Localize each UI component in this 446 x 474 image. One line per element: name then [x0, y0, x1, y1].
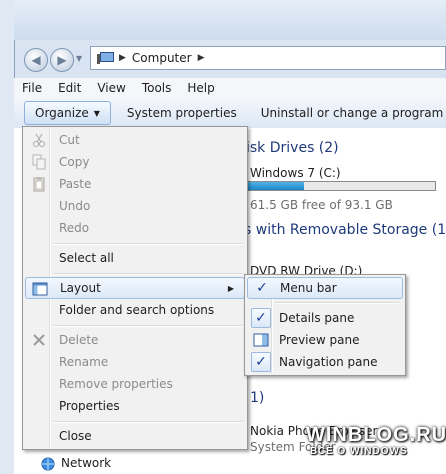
drive-c-space: 61.5 GB free of 93.1 GB: [250, 198, 393, 212]
submenu-item-details-pane[interactable]: ✓ Details pane: [247, 307, 403, 329]
checkmark-icon: ✓: [255, 354, 267, 370]
chevron-right-icon[interactable]: ▶: [119, 53, 126, 63]
menu-separator: [53, 243, 243, 244]
menu-item-undo[interactable]: Undo: [25, 195, 245, 217]
computer-icon: [97, 52, 114, 64]
menu-item-rename-label: Rename: [59, 355, 109, 369]
uninstall-program-button[interactable]: Uninstall or change a program: [251, 106, 446, 120]
copy-icon: [31, 154, 47, 170]
menu-help[interactable]: Help: [179, 81, 222, 95]
scissors-icon: [31, 132, 47, 148]
menu-separator: [53, 273, 243, 274]
menu-item-rename[interactable]: Rename: [25, 351, 245, 373]
menu-item-close[interactable]: Close: [25, 425, 245, 447]
menu-item-paste[interactable]: Paste: [25, 173, 245, 195]
submenu-item-preview-pane-label: Preview pane: [279, 333, 360, 347]
menu-separator: [53, 421, 243, 422]
menu-item-layout-label: Layout: [60, 281, 101, 295]
menu-item-select-all-label: Select all: [59, 251, 114, 265]
submenu-item-menu-bar[interactable]: ✓ Menu bar: [247, 277, 403, 299]
organize-menu: Cut Copy Paste Undo Redo Select all Layo…: [22, 126, 248, 450]
recent-pages-dropdown[interactable]: ▼: [76, 54, 82, 63]
group-header-removable[interactable]: s with Removable Storage (1): [244, 222, 446, 238]
group-header-other[interactable]: 1): [250, 390, 264, 406]
menu-item-redo[interactable]: Redo: [25, 217, 245, 239]
organize-button[interactable]: Organize ▼: [24, 101, 111, 125]
menu-edit[interactable]: Edit: [50, 81, 89, 95]
watermark-subtitle: ВСЁ О WINDOWS: [310, 446, 408, 457]
menu-item-copy-label: Copy: [59, 155, 90, 169]
menu-item-properties-label: Properties: [59, 399, 120, 413]
arrow-right-icon: ▶: [57, 53, 67, 67]
menu-bar: File Edit View Tools Help: [14, 78, 446, 98]
delete-x-icon: [31, 332, 47, 348]
checkmark-icon: ✓: [255, 310, 267, 326]
menu-item-folder-options[interactable]: Folder and search options: [25, 299, 245, 321]
menu-item-cut[interactable]: Cut: [25, 129, 245, 151]
menu-separator: [275, 302, 399, 303]
menu-item-remove-properties[interactable]: Remove properties: [25, 373, 245, 395]
network-icon: [40, 457, 56, 471]
menu-view[interactable]: View: [89, 81, 133, 95]
menu-item-close-label: Close: [59, 429, 92, 443]
menu-file[interactable]: File: [14, 81, 50, 95]
forward-button[interactable]: ▶: [50, 48, 74, 72]
drive-c-name[interactable]: Windows 7 (C:): [250, 166, 341, 180]
menu-item-properties[interactable]: Properties: [25, 395, 245, 417]
submenu-item-navigation-pane-label: Navigation pane: [279, 355, 378, 369]
menu-item-delete[interactable]: Delete: [25, 329, 245, 351]
menu-tools[interactable]: Tools: [134, 81, 180, 95]
menu-item-paste-label: Paste: [59, 177, 92, 191]
layout-submenu: ✓ Menu bar ✓ Details pane Preview pane ✓…: [244, 274, 406, 376]
menu-item-redo-label: Redo: [59, 221, 90, 235]
chevron-right-icon[interactable]: ▶: [198, 53, 205, 63]
nav-item-network[interactable]: Network: [61, 456, 111, 470]
clipboard-icon: [31, 176, 47, 192]
submenu-item-navigation-pane[interactable]: ✓ Navigation pane: [247, 351, 403, 373]
group-header-hard-drives[interactable]: isk Drives (2): [246, 140, 339, 156]
menu-item-layout[interactable]: Layout ▶: [25, 277, 245, 299]
preview-pane-icon: [253, 332, 269, 351]
back-button[interactable]: ◀: [24, 48, 48, 72]
menu-separator: [53, 325, 243, 326]
drive-c-usage-bar: [236, 181, 436, 191]
menu-item-undo-label: Undo: [59, 199, 91, 213]
menu-item-folder-options-label: Folder and search options: [59, 303, 215, 317]
system-properties-button[interactable]: System properties: [117, 106, 247, 120]
menu-item-remove-properties-label: Remove properties: [59, 377, 173, 391]
menu-item-select-all[interactable]: Select all: [25, 247, 245, 269]
breadcrumb-computer[interactable]: Computer: [132, 51, 192, 65]
watermark-title: WINBLOG.RU: [306, 424, 446, 446]
chevron-right-icon: ▶: [227, 283, 234, 293]
checkmark-icon: ✓: [256, 280, 268, 296]
chevron-down-icon: ▼: [93, 108, 100, 118]
menu-item-delete-label: Delete: [59, 333, 99, 347]
menu-item-copy[interactable]: Copy: [25, 151, 245, 173]
address-bar[interactable]: ▶ Computer ▶: [90, 46, 446, 70]
arrow-left-icon: ◀: [31, 53, 41, 67]
layout-icon: [32, 281, 48, 297]
organize-label: Organize: [35, 106, 89, 120]
submenu-item-menu-bar-label: Menu bar: [280, 281, 337, 295]
title-bar: [14, 0, 446, 40]
submenu-item-preview-pane[interactable]: Preview pane: [247, 329, 403, 351]
menu-item-cut-label: Cut: [59, 133, 80, 147]
submenu-item-details-pane-label: Details pane: [279, 311, 355, 325]
command-bar: Organize ▼ System properties Uninstall o…: [14, 98, 446, 129]
